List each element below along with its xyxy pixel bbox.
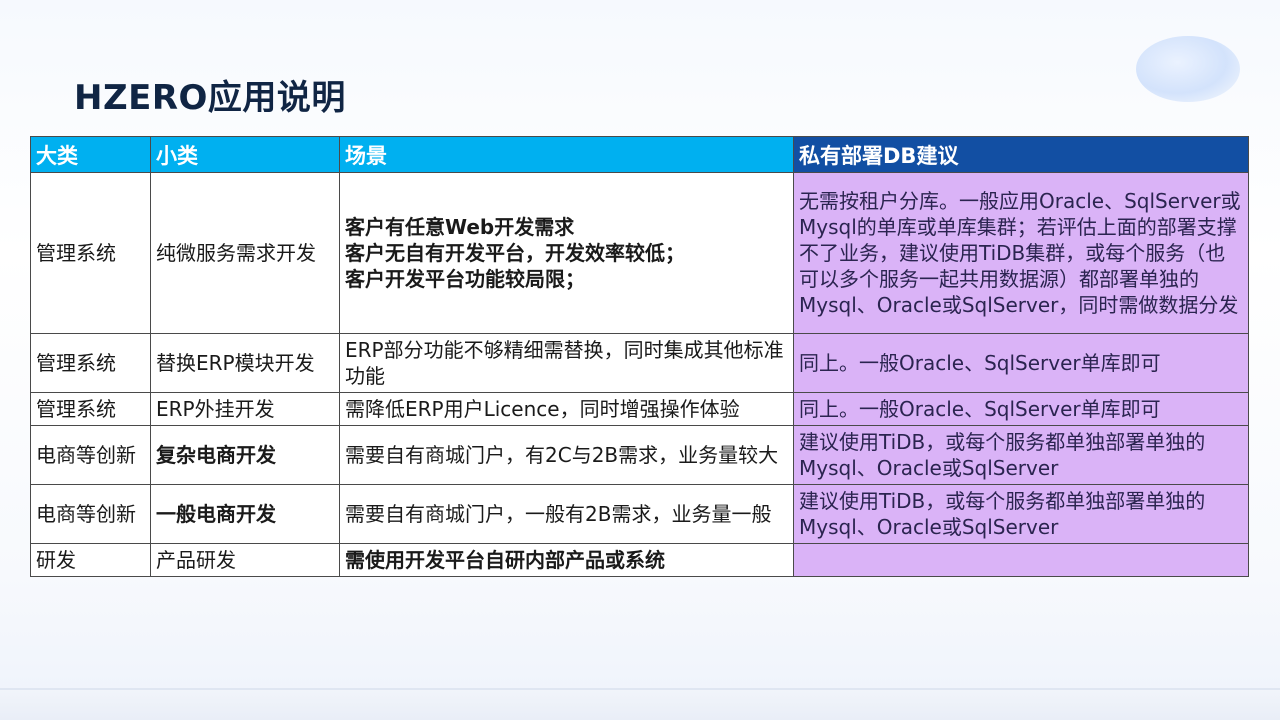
cell-major: 管理系统 — [30, 333, 151, 393]
decorative-orb — [1136, 36, 1240, 102]
cell-db — [793, 543, 1249, 577]
cell-scene: ERP部分功能不够精细需替换，同时集成其他标准功能 — [339, 333, 794, 393]
cell-db: 建议使用TiDB，或每个服务都单独部署单独的Mysql、Oracle或SqlSe… — [793, 484, 1249, 544]
header-db-recommendation: 私有部署DB建议 — [793, 136, 1249, 173]
cell-db: 无需按租户分库。一般应用Oracle、SqlServer或Mysql的单库或单库… — [793, 172, 1249, 334]
cell-minor: 纯微服务需求开发 — [150, 172, 340, 334]
cell-scene-line: 客户开发平台功能较局限； — [345, 267, 585, 291]
cell-scene: 需要自有商城门户，一般有2B需求，业务量一般 — [339, 484, 794, 544]
cell-major: 管理系统 — [30, 392, 151, 426]
table-row: 电商等创新 复杂电商开发 需要自有商城门户，有2C与2B需求，业务量较大 建议使… — [30, 425, 1249, 485]
hzero-application-table: 大类 小类 场景 私有部署DB建议 管理系统 纯微服务需求开发 客户有任意Web… — [30, 136, 1249, 577]
cell-major: 研发 — [30, 543, 151, 577]
table-row: 电商等创新 一般电商开发 需要自有商城门户，一般有2B需求，业务量一般 建议使用… — [30, 484, 1249, 544]
cell-scene: 客户有任意Web开发需求 客户无自有开发平台，开发效率较低； 客户开发平台功能较… — [339, 172, 794, 334]
cell-db: 同上。一般Oracle、SqlServer单库即可 — [793, 333, 1249, 393]
header-minor-category: 小类 — [150, 136, 340, 173]
page-title: HZERO应用说明 — [74, 78, 346, 118]
cell-major: 电商等创新 — [30, 425, 151, 485]
cell-scene: 需使用开发平台自研内部产品或系统 — [339, 543, 794, 577]
table-row: 研发 产品研发 需使用开发平台自研内部产品或系统 — [30, 543, 1249, 577]
cell-major: 电商等创新 — [30, 484, 151, 544]
cell-minor: ERP外挂开发 — [150, 392, 340, 426]
footer-band — [0, 690, 1280, 720]
cell-scene: 需要自有商城门户，有2C与2B需求，业务量较大 — [339, 425, 794, 485]
header-scenario: 场景 — [339, 136, 794, 173]
cell-major: 管理系统 — [30, 172, 151, 334]
cell-scene-line: 客户无自有开发平台，开发效率较低； — [345, 241, 685, 265]
cell-scene: 需降低ERP用户Licence，同时增强操作体验 — [339, 392, 794, 426]
cell-db: 同上。一般Oracle、SqlServer单库即可 — [793, 392, 1249, 426]
table-header-row: 大类 小类 场景 私有部署DB建议 — [30, 136, 1249, 173]
cell-minor: 产品研发 — [150, 543, 340, 577]
table-row: 管理系统 替换ERP模块开发 ERP部分功能不够精细需替换，同时集成其他标准功能… — [30, 333, 1249, 393]
cell-minor: 替换ERP模块开发 — [150, 333, 340, 393]
cell-minor: 一般电商开发 — [150, 484, 340, 544]
cell-scene-line: 客户有任意Web开发需求 — [345, 215, 575, 239]
cell-minor: 复杂电商开发 — [150, 425, 340, 485]
cell-db: 建议使用TiDB，或每个服务都单独部署单独的Mysql、Oracle或SqlSe… — [793, 425, 1249, 485]
header-major-category: 大类 — [30, 136, 151, 173]
table-row: 管理系统 纯微服务需求开发 客户有任意Web开发需求 客户无自有开发平台，开发效… — [30, 172, 1249, 334]
table-row: 管理系统 ERP外挂开发 需降低ERP用户Licence，同时增强操作体验 同上… — [30, 392, 1249, 426]
